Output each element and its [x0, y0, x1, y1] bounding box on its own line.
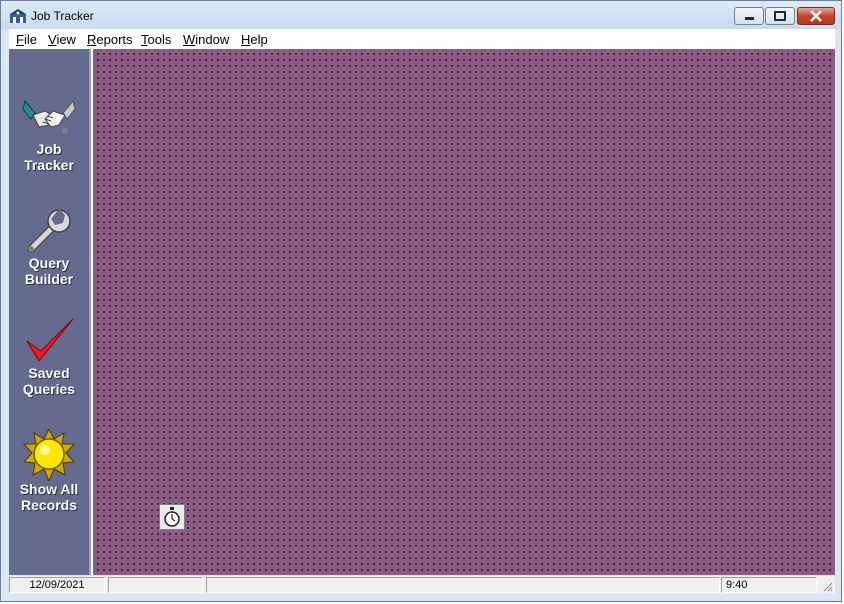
- status-bar: 12/09/2021 9:40: [9, 576, 835, 594]
- sidebar-item-label: Query Builder: [24, 255, 74, 287]
- status-panel-2: [108, 577, 203, 593]
- menu-reports-rest: eports: [96, 32, 133, 47]
- menu-view-rest: iew: [56, 32, 76, 47]
- app-window: Job Tracker File View Reports Tools Wind…: [0, 0, 842, 602]
- mdi-workspace[interactable]: [93, 49, 835, 575]
- menu-help[interactable]: Help: [241, 32, 268, 47]
- checkmark-icon: [26, 318, 74, 362]
- wrench-icon: [27, 209, 71, 253]
- title-bar[interactable]: Job Tracker: [1, 1, 841, 29]
- maximize-button[interactable]: [765, 7, 795, 25]
- status-panel-3: [206, 577, 720, 593]
- menu-window-accel: W: [183, 32, 196, 47]
- maximize-icon: [774, 11, 786, 21]
- menu-help-accel: H: [241, 32, 251, 47]
- sidebar-item-label: Job Tracker: [24, 141, 74, 173]
- menu-window[interactable]: Window: [183, 32, 229, 47]
- status-time: 9:40: [721, 577, 817, 593]
- status-date: 12/09/2021: [9, 577, 105, 593]
- sidebar-item-show-all-records[interactable]: Show All Records: [9, 429, 89, 529]
- sun-icon: [22, 429, 76, 481]
- menu-tools-rest: ools: [147, 32, 172, 47]
- menu-reports-accel: R: [87, 32, 97, 47]
- minimized-window-button[interactable]: [159, 504, 185, 530]
- menu-file-rest: ile: [23, 32, 37, 47]
- window-title: Job Tracker: [31, 9, 94, 23]
- close-button[interactable]: [797, 7, 835, 25]
- menu-help-rest: elp: [250, 32, 268, 47]
- menu-view[interactable]: View: [48, 32, 76, 47]
- stopwatch-icon: [164, 507, 180, 527]
- sidebar-item-query-builder[interactable]: Query Builder: [9, 207, 89, 307]
- menu-file[interactable]: File: [16, 32, 37, 47]
- menu-reports[interactable]: Reports: [87, 32, 133, 47]
- menu-tools[interactable]: Tools: [141, 32, 171, 47]
- handshake-icon: [22, 99, 76, 134]
- menu-window-rest: indow: [195, 32, 230, 47]
- sidebar-item-saved-queries[interactable]: Saved Queries: [9, 317, 89, 417]
- menu-file-accel: F: [16, 32, 24, 47]
- minimize-button[interactable]: [734, 7, 764, 25]
- minimize-icon: [745, 17, 754, 20]
- sidebar-item-job-tracker[interactable]: Job Tracker: [9, 93, 89, 193]
- menu-bar: File View Reports Tools Window Help: [9, 29, 835, 49]
- sidebar: Job Tracker Query Builder Saved Queries: [9, 49, 91, 575]
- client-area: Job Tracker Query Builder Saved Queries: [9, 49, 835, 575]
- app-icon: [10, 9, 26, 23]
- resize-grip-icon[interactable]: [821, 580, 833, 592]
- sidebar-item-label: Saved Queries: [22, 365, 76, 397]
- close-icon: [810, 10, 822, 22]
- sidebar-item-label: Show All Records: [19, 481, 79, 513]
